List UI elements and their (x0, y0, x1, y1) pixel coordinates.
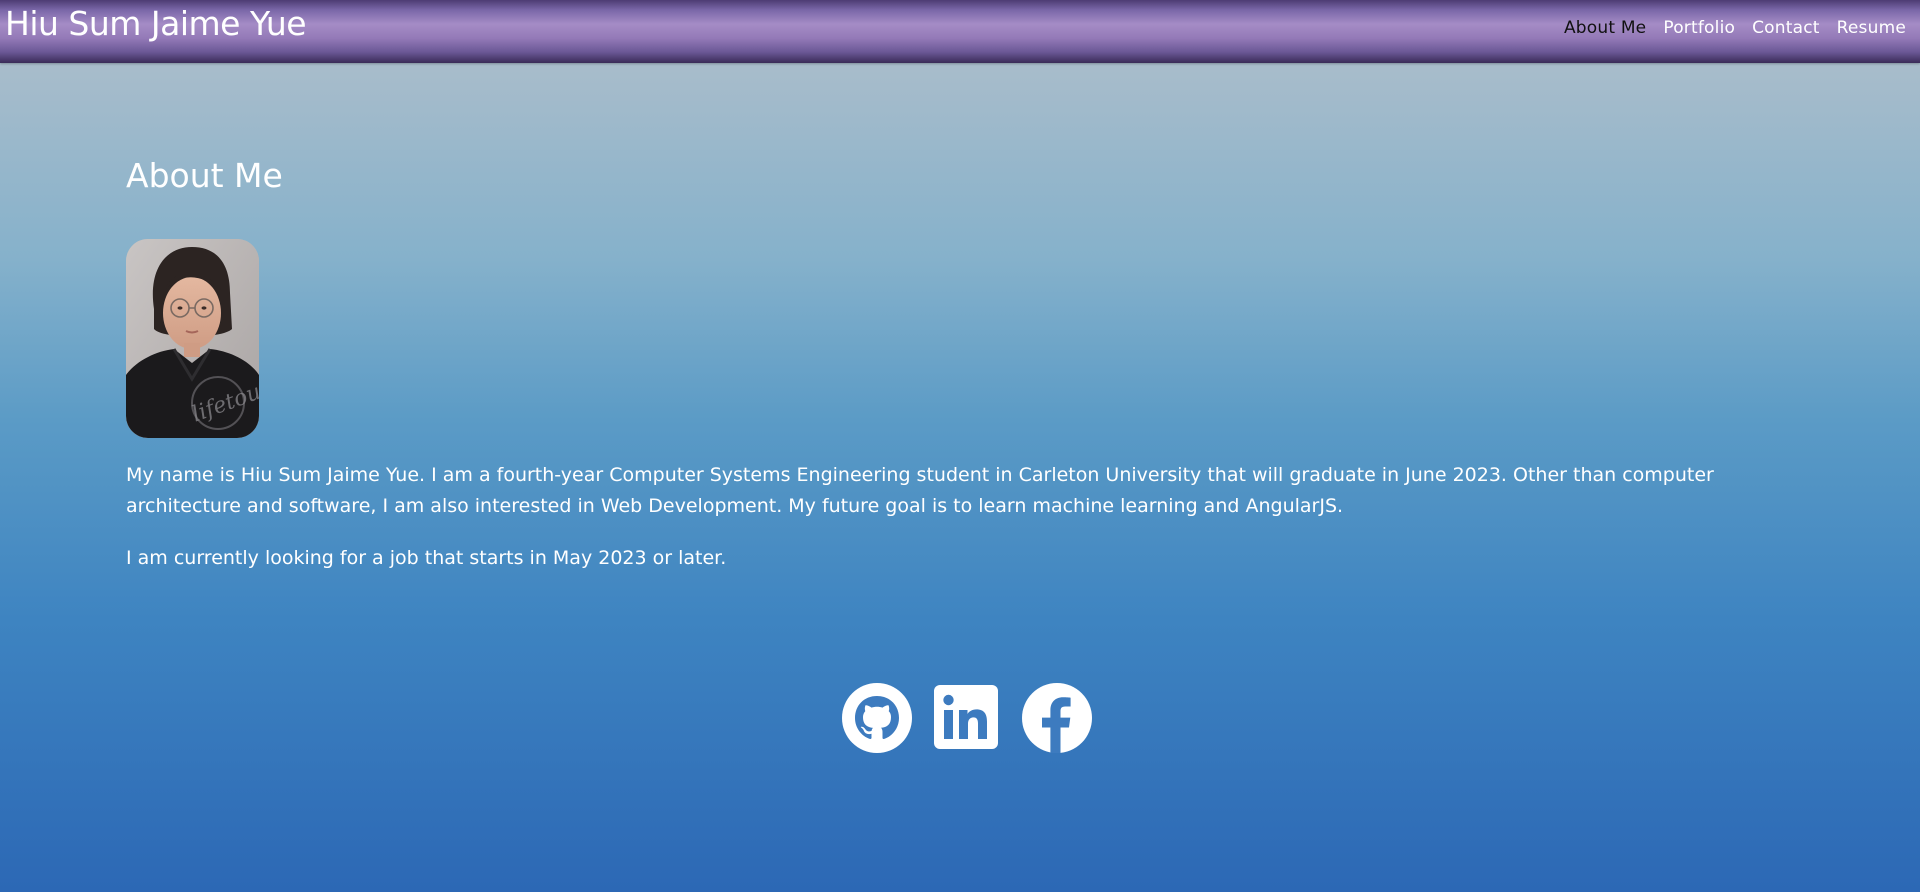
nav-resume[interactable]: Resume (1837, 16, 1906, 40)
main-nav: About Me Portfolio Contact Resume (1564, 16, 1906, 40)
bio-paragraph: My name is Hiu Sum Jaime Yue. I am a fou… (126, 464, 1714, 517)
linkedin-link[interactable] (932, 683, 1002, 753)
job-search-paragraph: I am currently looking for a job that st… (126, 547, 727, 569)
page-title: About Me (126, 156, 283, 195)
facebook-icon (1022, 683, 1092, 753)
nav-about-me[interactable]: About Me (1564, 16, 1646, 40)
nav-contact[interactable]: Contact (1752, 16, 1820, 40)
github-icon (842, 683, 912, 753)
site-header: Hiu Sum Jaime Yue About Me Portfolio Con… (0, 0, 1920, 63)
facebook-link[interactable] (1022, 683, 1092, 753)
nav-portfolio[interactable]: Portfolio (1663, 16, 1735, 40)
social-links (842, 683, 1092, 753)
site-title[interactable]: Hiu Sum Jaime Yue (5, 4, 307, 44)
github-link[interactable] (842, 683, 912, 753)
about-section: About Me lifetouch My name is Hiu Sum Ja… (126, 152, 1826, 569)
profile-photo-image: lifetouch (126, 239, 259, 438)
linkedin-icon (934, 685, 998, 749)
profile-photo: lifetouch (126, 239, 259, 438)
